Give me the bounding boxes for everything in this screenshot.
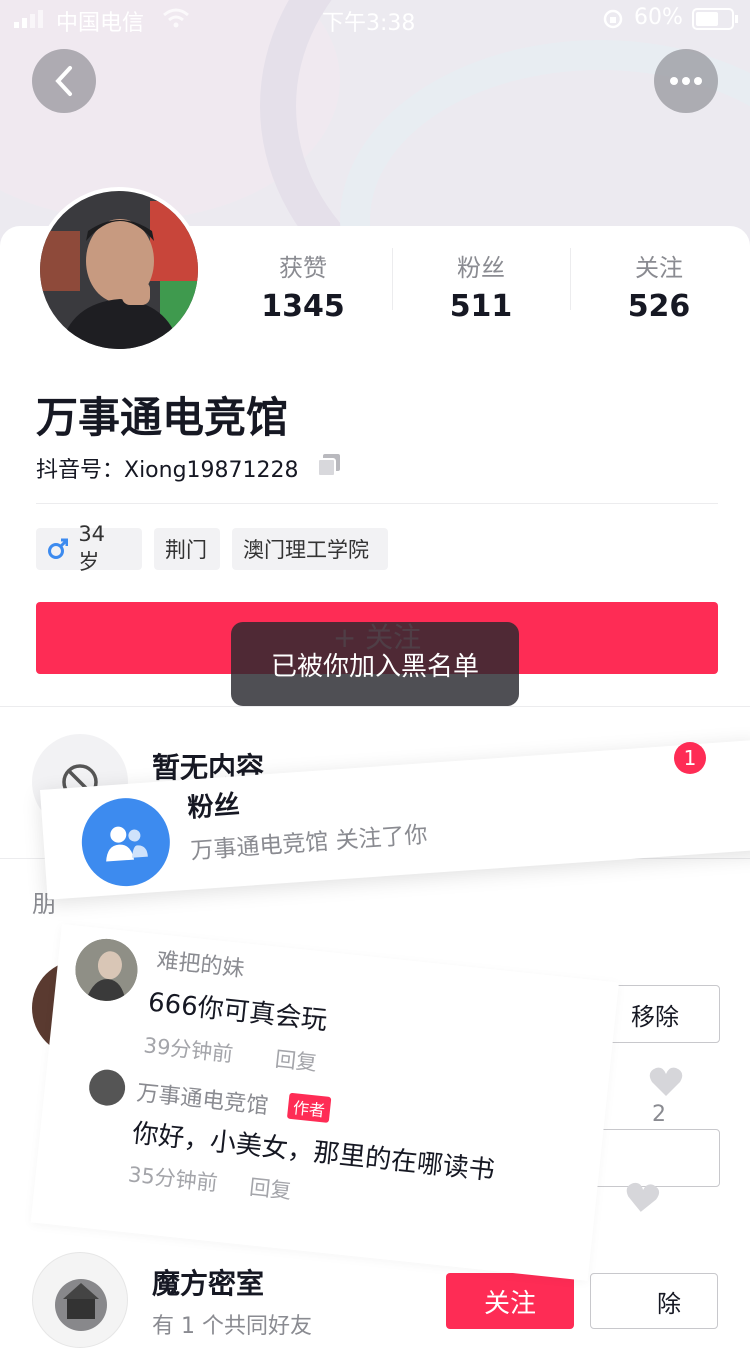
like-count: 2 [652,1102,666,1127]
stat-value: 526 [627,289,691,324]
orientation-lock-icon [602,8,624,36]
douyin-id: 抖音号：Xiong19871228 [36,458,299,483]
divider [36,503,718,504]
fans-icon [78,795,173,890]
chevron-left-icon [55,66,72,96]
remove-label: 移除 [631,1002,679,1031]
remove-label: 除 [657,1289,681,1318]
tag-gender-age: 34 岁 [36,522,142,574]
remove-button[interactable]: 除 [590,1273,718,1329]
stat-likes[interactable]: 获赞 1345 [256,248,350,324]
stat-label: 获赞 [279,254,327,282]
tag-city: 荆门 [154,528,220,570]
notification-title: 粉丝 [186,790,241,824]
divider [570,248,571,310]
age-label: 34 岁 [78,522,106,574]
status-bar: 中国电信 下午3:38 60% [0,0,750,36]
comment-user[interactable]: 难把的妹 [155,942,246,983]
stat-fans[interactable]: 粉丝 511 [434,248,528,324]
copy-icon[interactable] [316,452,342,482]
divider [392,248,393,310]
divider [0,706,750,707]
comment-user[interactable]: 万事通电竞馆 [135,1075,270,1121]
more-button[interactable] [654,49,718,113]
comment-text: 666你可真会玩 [146,987,329,1037]
reply-button[interactable]: 回复 [274,1043,319,1077]
comment-time: 39分钟前 [142,1033,235,1067]
signal-icon [14,9,48,28]
recommend-subtitle: 有 1 个共同好友 [152,1314,312,1339]
comment-time: 35分钟前 [126,1162,219,1196]
commenter-avatar[interactable] [87,1067,127,1108]
profile-name: 万事通电竞馆 [36,393,289,442]
back-button[interactable] [32,49,96,113]
school-label: 澳门理工学院 [243,538,369,562]
comment-panel: 难把的妹 666你可真会玩 39分钟前 回复 万事通电竞馆 作者 你好，小美女，… [30,924,619,1281]
reply-button[interactable]: 回复 [248,1171,293,1205]
male-icon [48,538,69,559]
tag-school: 澳门理工学院 [232,528,388,570]
clock: 下午3:38 [322,11,416,36]
author-tag: 作者 [286,1092,332,1123]
stat-label: 粉丝 [457,254,505,282]
stat-value: 511 [449,289,513,324]
badge-count: 1 [683,746,697,770]
like-icon[interactable] [622,1180,662,1220]
follow-button[interactable]: 关注 [446,1273,574,1329]
follow-label: 关注 [483,1288,536,1319]
notification-badge: 1 [674,742,706,774]
avatar[interactable] [36,187,202,353]
stat-following[interactable]: 关注 526 [612,248,706,324]
more-icon [670,77,702,85]
battery-icon [692,8,740,36]
stat-label: 关注 [635,254,683,282]
carrier-label: 中国电信 [56,11,145,36]
recommend-name: 魔方密室 [152,1267,265,1300]
city-label: 荆门 [165,538,207,562]
commenter-avatar[interactable] [72,935,141,1004]
remove-button[interactable] [590,1129,720,1187]
recommend-avatar[interactable] [32,1252,128,1348]
battery-percent: 60% [634,5,683,30]
wifi-icon [162,8,190,34]
toast-text: 已被你加入黑名单 [270,651,479,682]
like-icon[interactable] [648,1066,684,1102]
stat-value: 1345 [261,289,345,324]
notification-subtitle: 万事通电竞馆 关注了你 [189,822,429,865]
blacklist-toast: 已被你加入黑名单 [231,622,519,706]
